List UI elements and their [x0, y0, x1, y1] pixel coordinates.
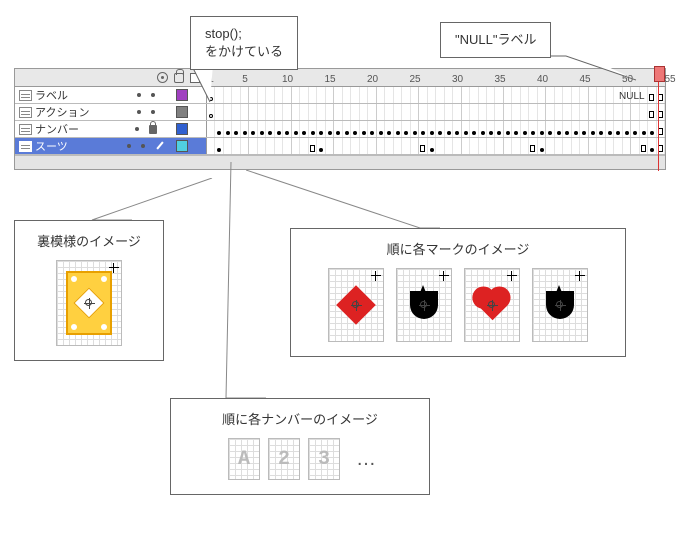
lock-icon[interactable]: [174, 73, 184, 83]
ruler-mark: 55: [664, 74, 675, 85]
registration-icon: [575, 271, 585, 281]
layer-icon: [19, 141, 32, 152]
number-card: A: [228, 438, 260, 480]
ruler-mark: 5: [242, 74, 248, 85]
frames-track[interactable]: [207, 87, 665, 103]
callout-stop: stop(); をかけている: [190, 16, 298, 70]
layer-name: ラベル: [35, 87, 68, 103]
vis-dot[interactable]: [135, 127, 139, 131]
callout-line1: stop();: [205, 25, 283, 43]
ruler-row: 151015202530354045505560: [15, 69, 665, 87]
lock-icon[interactable]: [149, 125, 157, 134]
callout-null: "NULL"ラベル: [440, 22, 551, 58]
ruler-mark: 1: [208, 74, 214, 85]
layer-icon: [19, 107, 32, 118]
layer-color[interactable]: [176, 89, 188, 101]
number-card: 3: [308, 438, 340, 480]
callout-line2: をかけている: [205, 43, 283, 61]
layer-name: アクション: [35, 104, 89, 120]
layer-name: スーツ: [35, 138, 68, 154]
number-card: 2: [268, 438, 300, 480]
layer-row[interactable]: スーツ: [15, 138, 665, 155]
suit-card: [464, 268, 520, 342]
panel-back-title: 裏模様のイメージ: [31, 231, 147, 250]
ruler-mark: 35: [494, 74, 505, 85]
vis-dot[interactable]: [137, 93, 141, 97]
panel-suits-title: 順に各マークのイメージ: [307, 239, 609, 258]
timeline-panel: 151015202530354045505560 ラベルアクションナンバースーツ: [14, 68, 666, 170]
ruler-mark: 40: [537, 74, 548, 85]
suit-card: [396, 268, 452, 342]
panel-back: 裏模様のイメージ: [14, 220, 164, 361]
ruler-mark: 50: [622, 74, 633, 85]
suit-card: [532, 268, 588, 342]
layer-color[interactable]: [176, 123, 188, 135]
layer-row[interactable]: ナンバー: [15, 121, 665, 138]
panel-suits: 順に各マークのイメージ: [290, 228, 626, 357]
registration-icon: [439, 271, 449, 281]
layer-row[interactable]: アクション: [15, 104, 665, 121]
suit-card: [328, 268, 384, 342]
lock-dot[interactable]: [151, 93, 155, 97]
panel-numbers: 順に各ナンバーのイメージ A23 …: [170, 398, 430, 495]
ruler-mark: 30: [452, 74, 463, 85]
frames-track[interactable]: [207, 104, 665, 120]
layer-color[interactable]: [176, 140, 188, 152]
ruler-mark: 20: [367, 74, 378, 85]
frame-ruler[interactable]: 151015202530354045505560: [207, 69, 665, 86]
callout-null-text: "NULL"ラベル: [455, 32, 536, 47]
layer-icon: [19, 90, 32, 101]
frames-track[interactable]: [207, 138, 665, 154]
pencil-icon: [155, 141, 165, 151]
vis-dot[interactable]: [127, 144, 131, 148]
vis-dot[interactable]: [137, 110, 141, 114]
layer-icon: [19, 124, 32, 135]
panel-numbers-title: 順に各ナンバーのイメージ: [187, 409, 413, 428]
ruler-mark: 25: [409, 74, 420, 85]
ruler-mark: 45: [579, 74, 590, 85]
layer-row[interactable]: ラベル: [15, 87, 665, 104]
timeline-footer: [15, 155, 665, 169]
ellipsis: …: [356, 448, 376, 471]
playhead[interactable]: [658, 67, 659, 171]
layer-header: [15, 69, 207, 86]
registration-icon: [507, 271, 517, 281]
outline-icon[interactable]: [190, 73, 200, 83]
ruler-mark: 15: [324, 74, 335, 85]
lock-dot[interactable]: [141, 144, 145, 148]
ruler-mark: 10: [282, 74, 293, 85]
card-back-image: [56, 260, 122, 346]
registration-icon: [371, 271, 381, 281]
null-flag: NULL: [619, 91, 645, 102]
layer-name: ナンバー: [35, 121, 79, 137]
frames-track[interactable]: [207, 121, 665, 137]
layer-color[interactable]: [176, 106, 188, 118]
lock-dot[interactable]: [151, 110, 155, 114]
visibility-icon[interactable]: [157, 72, 168, 83]
